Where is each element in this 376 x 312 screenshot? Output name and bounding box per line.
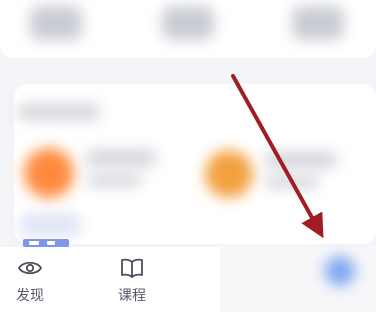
annotation-arrow: [231, 74, 324, 239]
